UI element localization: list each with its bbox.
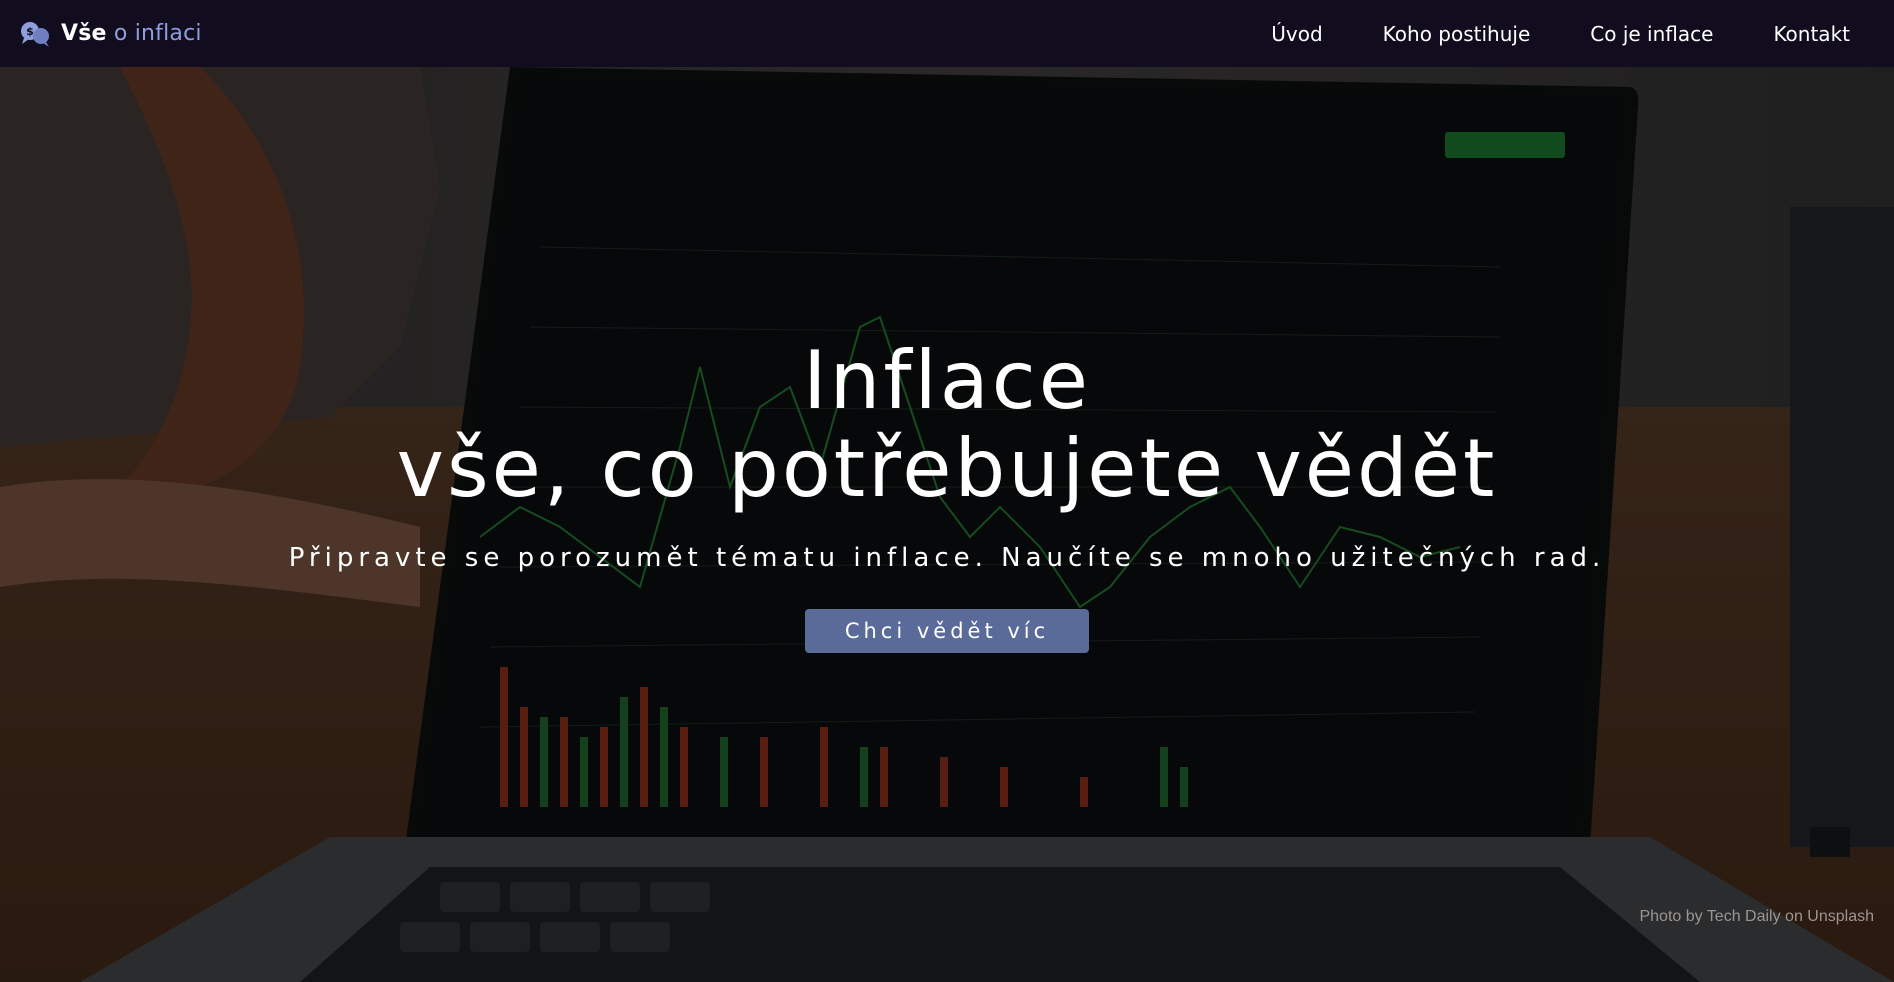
svg-text:$: $ (26, 25, 34, 38)
nav-link-kontakt[interactable]: Kontakt (1773, 22, 1850, 46)
photo-credit: Photo by Tech Daily on Unsplash (1639, 908, 1874, 925)
chat-money-icon: $ (21, 21, 49, 47)
brand-name: Vše o inflaci (61, 21, 202, 46)
nav-link-co-je-inflace[interactable]: Co je inflace (1590, 22, 1713, 46)
hero-title-line1: Inflace (803, 334, 1091, 427)
learn-more-button[interactable]: Chci vědět víc (804, 609, 1090, 653)
brand-name-rest: o inflaci (106, 21, 202, 46)
hero-title-line2: vše, co potřebujete vědět (396, 422, 1498, 515)
hero-content: Inflace vše, co potřebujete vědět Připra… (0, 337, 1894, 653)
hero-section: Inflace vše, co potřebujete vědět Připra… (0, 67, 1894, 982)
nav-links: Úvod Koho postihuje Co je inflace Kontak… (1271, 22, 1850, 46)
navbar: $ Vše o inflaci Úvod Koho postihuje Co j… (0, 0, 1894, 67)
nav-link-koho-postihuje[interactable]: Koho postihuje (1383, 22, 1531, 46)
hero-title: Inflace vše, co potřebujete vědět (0, 337, 1894, 513)
brand-name-strong: Vše (61, 21, 107, 46)
hero-subtitle: Připravte se porozumět tématu inflace. N… (288, 543, 1606, 573)
nav-link-uvod[interactable]: Úvod (1271, 22, 1322, 46)
brand-logo[interactable]: $ Vše o inflaci (19, 20, 202, 48)
